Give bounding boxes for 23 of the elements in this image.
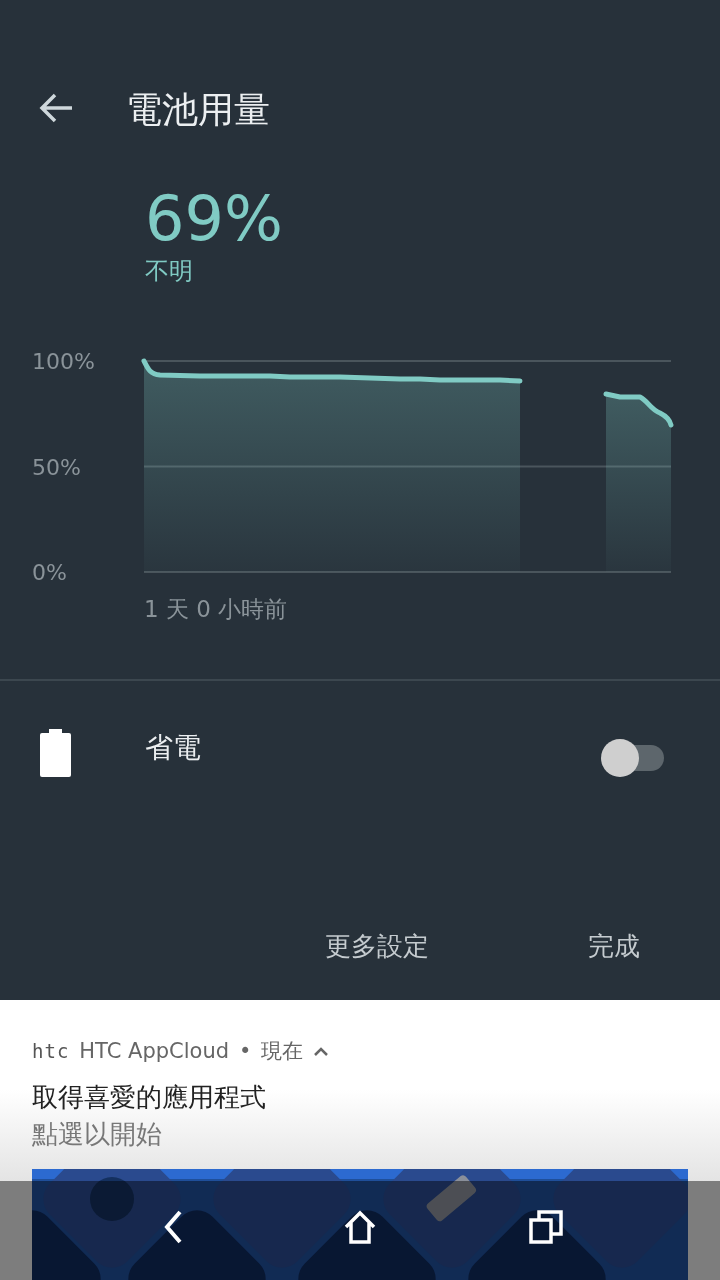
time-label: 1 天 0 小時前: [144, 595, 288, 622]
notification-time: 現在: [261, 1038, 304, 1066]
separator-dot: •: [239, 1038, 252, 1066]
app-logo: htc: [32, 1039, 70, 1065]
notification-title: 取得喜愛的應用程式: [31, 1081, 267, 1115]
back-icon[interactable]: [38, 92, 74, 124]
home-icon[interactable]: [343, 1209, 377, 1246]
toggle-switch[interactable]: [600, 737, 666, 778]
page-title: 電池用量: [126, 88, 270, 132]
back-icon[interactable]: [162, 1209, 184, 1246]
axis-label: 50%: [32, 454, 81, 480]
action-button[interactable]: 完成: [588, 926, 640, 966]
chevron-up-icon[interactable]: [313, 1046, 330, 1057]
notification-text: 點選以開始: [31, 1118, 163, 1152]
recent-apps-icon[interactable]: [528, 1209, 564, 1246]
app-name: HTC AppCloud: [79, 1038, 230, 1066]
axis-label: 100%: [32, 348, 95, 374]
battery-percent: 69%: [145, 183, 283, 254]
axis-label: 0%: [32, 559, 67, 585]
battery-icon: [40, 728, 71, 777]
action-button[interactable]: 更多設定: [325, 926, 429, 966]
battery-saver-label: 省電: [145, 729, 201, 766]
battery-status: 不明: [145, 255, 193, 287]
